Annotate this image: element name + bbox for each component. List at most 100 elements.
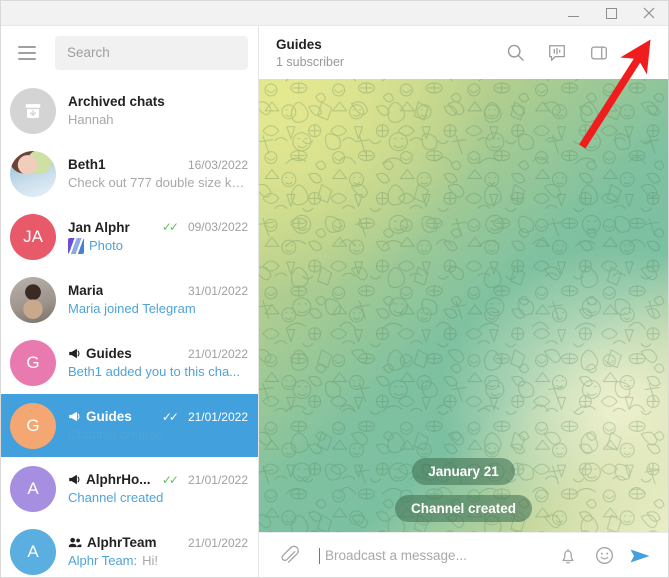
chat-item-content: Maria 31/01/2022 Maria joined Telegram: [68, 283, 248, 316]
search-input[interactable]: Search: [55, 35, 248, 70]
chat-list[interactable]: Archived chats Hannah Beth1 16/03/2022 Check…: [1, 79, 258, 577]
chat-item-date: 21/01/2022: [187, 472, 248, 487]
chat-item-preview: Channel created: [68, 427, 164, 442]
search-icon: [507, 44, 524, 61]
mute-button[interactable]: [552, 540, 584, 572]
chat-item-date: 09/03/2022: [187, 220, 248, 234]
read-receipt-icon: ✓✓: [161, 220, 179, 234]
chat-item-content: Jan Alphr ✓✓ 09/03/2022 Photo: [68, 220, 248, 254]
avatar-initials: G: [26, 415, 40, 435]
avatar: A: [10, 528, 56, 575]
chat-item-top-line: AlphrTeam 21/01/2022: [68, 535, 248, 550]
read-receipt-icon: ✓✓: [161, 472, 179, 487]
chat-list-item[interactable]: G Guides ✓✓ 21/01/2022 Channel created: [1, 394, 258, 457]
avatar: JA: [10, 213, 56, 260]
chat-list-item[interactable]: Archived chats Hannah: [1, 79, 258, 142]
send-button[interactable]: [624, 540, 656, 572]
search-button[interactable]: [497, 35, 533, 71]
chat-item-name: Guides: [86, 409, 132, 424]
message-stack: January 21 Channel created: [259, 458, 668, 522]
chat-item-bottom-line: Beth1 added you to this cha...: [68, 364, 248, 379]
chat-header-actions: [497, 35, 659, 71]
emoji-button[interactable]: [588, 540, 620, 572]
date-separator: January 21: [412, 458, 515, 485]
chat-item-bottom-line: Alphr Team: Hi!: [68, 553, 248, 568]
read-receipt-icon: ✓✓: [161, 409, 179, 424]
hamburger-menu-icon[interactable]: [10, 36, 44, 70]
chat-item-date: 21/01/2022: [187, 535, 248, 550]
chat-item-name: Jan Alphr: [68, 219, 130, 235]
chat-item-name: AlphrTeam: [87, 535, 157, 550]
discussion-button[interactable]: [539, 35, 575, 71]
avatar-initials: A: [27, 478, 39, 498]
panel-toggle-button[interactable]: [581, 35, 617, 71]
close-button[interactable]: [630, 1, 668, 26]
sidebar-toolbar: Search: [1, 26, 258, 79]
chat-item-bottom-line: Check out 777 double size ko...: [68, 175, 248, 190]
chat-item-preview: Check out 777 double size ko...: [68, 175, 248, 190]
smiley-icon: [595, 547, 613, 564]
chat-list-item[interactable]: A AlphrHo... ✓✓ 21/01/2022 Channel created: [1, 457, 258, 520]
message-composer: Broadcast a message...: [259, 532, 668, 577]
more-menu-button[interactable]: [623, 35, 659, 71]
chat-item-preview: Maria joined Telegram: [68, 301, 196, 316]
chat-subscriber-count: 1 subscriber: [276, 54, 345, 69]
attach-button[interactable]: [273, 540, 305, 572]
more-menu-icon: [639, 45, 643, 60]
chat-item-preview: Hi!: [142, 553, 159, 568]
chat-item-top-line: Archived chats: [68, 94, 248, 109]
avatar: G: [10, 402, 56, 449]
chat-list-item[interactable]: Maria 31/01/2022 Maria joined Telegram: [1, 268, 258, 331]
panel-toggle-icon: [591, 45, 607, 60]
chat-item-name: AlphrHo...: [86, 472, 151, 487]
chat-item-content: Archived chats Hannah: [68, 94, 248, 127]
avatar: [10, 276, 56, 323]
maximize-button[interactable]: [592, 1, 630, 26]
group-icon: [68, 536, 82, 549]
megaphone-icon: [69, 348, 80, 359]
avatar-initials: JA: [23, 226, 43, 246]
chat-item-bottom-line: Channel created: [68, 490, 248, 505]
chat-sidebar: Search Archived chats Hannah Beth1 16/03/20…: [1, 26, 259, 577]
megaphone-icon: [68, 473, 81, 486]
chat-list-item[interactable]: A AlphrTeam 21/01/2022 Alphr Team: Hi!: [1, 520, 258, 577]
chat-item-bottom-line: Channel created: [68, 427, 248, 442]
avatar: [10, 150, 56, 197]
group-icon: [68, 537, 82, 548]
megaphone-icon: [68, 410, 81, 423]
text-caret: [319, 547, 320, 564]
avatar-initials: A: [27, 541, 39, 561]
telegram-window: Search Archived chats Hannah Beth1 16/03/20…: [0, 0, 669, 578]
chat-list-item[interactable]: G Guides 21/01/2022 Beth1 added you to this…: [1, 331, 258, 394]
close-icon: [643, 7, 655, 19]
chat-list-item[interactable]: JA Jan Alphr ✓✓ 09/03/2022 Photo: [1, 205, 258, 268]
chat-item-name: Guides: [86, 346, 132, 361]
chat-item-name: Beth1: [68, 157, 106, 172]
chat-item-top-line: Beth1 16/03/2022: [68, 157, 248, 172]
chat-item-content: AlphrTeam 21/01/2022 Alphr Team: Hi!: [68, 535, 248, 568]
window-body: Search Archived chats Hannah Beth1 16/03/20…: [1, 26, 668, 577]
chat-item-date: 16/03/2022: [187, 157, 248, 172]
paperclip-icon: [280, 545, 299, 563]
chat-item-bottom-line: Maria joined Telegram: [68, 301, 248, 316]
chat-title-block[interactable]: Guides 1 subscriber: [276, 37, 344, 69]
chat-item-date: 21/01/2022: [187, 409, 248, 424]
avatar-initials: G: [26, 352, 40, 372]
search-placeholder: Search: [67, 45, 110, 60]
photo-thumbnail: [68, 237, 84, 254]
chat-item-top-line: Guides ✓✓ 21/01/2022: [68, 409, 248, 424]
avatar: A: [10, 465, 56, 512]
chat-item-content: Beth1 16/03/2022 Check out 777 double size…: [68, 157, 248, 190]
chat-list-item[interactable]: Beth1 16/03/2022 Check out 777 double size…: [1, 142, 258, 205]
chat-item-top-line: Guides 21/01/2022: [68, 346, 248, 361]
megaphone-icon: [69, 411, 80, 422]
message-input[interactable]: Broadcast a message...: [319, 540, 548, 572]
message-area: January 21 Channel created: [259, 79, 668, 532]
chat-item-top-line: Jan Alphr ✓✓ 09/03/2022: [68, 220, 248, 235]
service-message: Channel created: [394, 495, 533, 522]
preview-sender: Alphr Team:: [68, 553, 138, 568]
bell-icon: [562, 548, 574, 564]
minimize-button[interactable]: [554, 1, 592, 26]
message-placeholder: Broadcast a message...: [325, 548, 467, 563]
window-titlebar: [1, 1, 668, 26]
